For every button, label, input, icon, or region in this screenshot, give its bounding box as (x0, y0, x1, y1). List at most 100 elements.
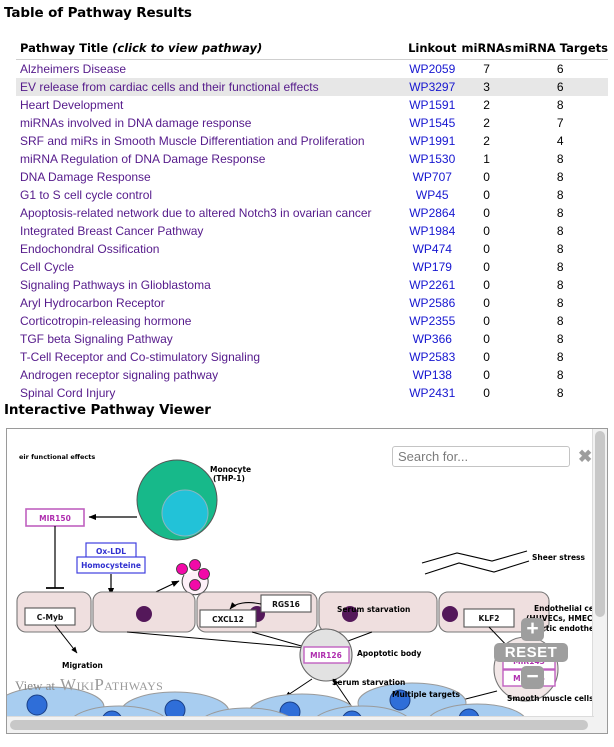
node-cxcl12-label: CXCL12 (212, 615, 244, 624)
table-row[interactable]: TGF beta Signaling PathwayWP36608 (16, 330, 608, 348)
pathway-linkout-link[interactable]: WP2059 (404, 60, 461, 79)
pathway-linkout-link[interactable]: WP45 (404, 186, 461, 204)
table-row[interactable]: miRNA Regulation of DNA Damage ResponseW… (16, 150, 608, 168)
pathway-linkout-link[interactable]: WP1984 (404, 222, 461, 240)
pathway-linkout-link[interactable]: WP2583 (404, 348, 461, 366)
node-mir150-label: MIR150 (39, 514, 71, 523)
pathway-linkout-link[interactable]: WP474 (404, 240, 461, 258)
pathway-title-link[interactable]: EV release from cardiac cells and their … (16, 78, 404, 96)
diagram-search-widget[interactable]: ✖ (392, 446, 592, 467)
pathway-title-link[interactable]: Corticotropin-releasing hormone (16, 312, 404, 330)
pathway-linkout-link[interactable]: WP1530 (404, 150, 461, 168)
pathway-mirnas-count: 0 (461, 348, 513, 366)
pathway-targets-count: 8 (512, 240, 608, 258)
sheer-stress-glyph (422, 551, 529, 574)
table-row[interactable]: G1 to S cell cycle controlWP4508 (16, 186, 608, 204)
pathway-mirnas-count: 0 (461, 312, 513, 330)
pathway-linkout-link[interactable]: WP179 (404, 258, 461, 276)
pathway-title-link[interactable]: DNA Damage Response (16, 168, 404, 186)
credit-prefix: View at (15, 678, 55, 693)
pathway-targets-count: 8 (512, 366, 608, 384)
pathway-targets-count: 7 (512, 114, 608, 132)
endothelial-caption-line1: Endothelial ce (534, 604, 594, 613)
pathway-linkout-link[interactable]: WP138 (404, 366, 461, 384)
pathway-diagram-canvas[interactable]: eir functional effects Monocyte (THP-1) … (7, 429, 594, 717)
table-row[interactable]: Spinal Cord InjuryWP243108 (16, 384, 608, 402)
pathway-title-link[interactable]: TGF beta Signaling Pathway (16, 330, 404, 348)
pathway-title-link[interactable]: Endochondral Ossification (16, 240, 404, 258)
pathway-linkout-link[interactable]: WP1545 (404, 114, 461, 132)
pathway-title-link[interactable]: T-Cell Receptor and Co-stimulatory Signa… (16, 348, 404, 366)
pathway-mirnas-count: 0 (461, 276, 513, 294)
pathway-title-link[interactable]: Aryl Hydrocarbon Receptor (16, 294, 404, 312)
table-row[interactable]: Endochondral OssificationWP47408 (16, 240, 608, 258)
pathway-targets-count: 8 (512, 150, 608, 168)
monocyte-nucleus-shape[interactable] (162, 490, 208, 536)
pathway-targets-count: 8 (512, 96, 608, 114)
pathway-title-link[interactable]: Cell Cycle (16, 258, 404, 276)
search-input[interactable] (392, 446, 570, 467)
table-row[interactable]: SRF and miRs in Smooth Muscle Differenti… (16, 132, 608, 150)
node-rgs16-label: RGS16 (272, 600, 300, 609)
pathway-linkout-link[interactable]: WP2431 (404, 384, 461, 402)
pathway-targets-count: 8 (512, 312, 608, 330)
zoom-out-button[interactable]: − (521, 666, 544, 689)
zoom-controls[interactable]: + RESET − (486, 618, 572, 692)
pathway-title-link[interactable]: G1 to S cell cycle control (16, 186, 404, 204)
pathway-title-link[interactable]: Heart Development (16, 96, 404, 114)
horizontal-scrollbar[interactable] (7, 716, 594, 733)
pathway-mirnas-count: 0 (461, 294, 513, 312)
table-row[interactable]: Signaling Pathways in GlioblastomaWP2261… (16, 276, 608, 294)
table-row[interactable]: Cell CycleWP17908 (16, 258, 608, 276)
table-row[interactable]: Integrated Breast Cancer PathwayWP198408 (16, 222, 608, 240)
pathway-linkout-link[interactable]: WP1591 (404, 96, 461, 114)
zoom-in-button[interactable]: + (521, 618, 544, 641)
close-icon[interactable]: ✖ (578, 448, 592, 465)
pathway-linkout-link[interactable]: WP2261 (404, 276, 461, 294)
pathway-linkout-link[interactable]: WP1991 (404, 132, 461, 150)
horizontal-scrollbar-thumb[interactable] (10, 720, 588, 730)
wikipathways-credit[interactable]: View atWikiPathways (15, 675, 163, 695)
table-row[interactable]: Corticotropin-releasing hormoneWP235508 (16, 312, 608, 330)
table-row[interactable]: Aryl Hydrocarbon ReceptorWP258608 (16, 294, 608, 312)
pathway-mirnas-count: 2 (461, 114, 513, 132)
table-header-row: Pathway Title (click to view pathway) Li… (16, 40, 608, 60)
table-row[interactable]: DNA Damage ResponseWP70708 (16, 168, 608, 186)
pathway-title-link[interactable]: Apoptosis-related network due to altered… (16, 204, 404, 222)
column-header-linkout: Linkout (404, 40, 461, 60)
pathway-linkout-link[interactable]: WP2864 (404, 204, 461, 222)
pathway-linkout-link[interactable]: WP2355 (404, 312, 461, 330)
pathway-mirnas-count: 2 (461, 96, 513, 114)
pathway-targets-count: 8 (512, 348, 608, 366)
pathway-results-table: Pathway Title (click to view pathway) Li… (16, 40, 608, 402)
pathway-title-link[interactable]: Androgen receptor signaling pathway (16, 366, 404, 384)
node-mir126-label: MIR126 (310, 651, 342, 660)
pathway-title-link[interactable]: Alzheimers Disease (16, 60, 404, 79)
table-row[interactable]: EV release from cardiac cells and their … (16, 78, 608, 96)
pathway-title-link[interactable]: Integrated Breast Cancer Pathway (16, 222, 404, 240)
pathway-linkout-link[interactable]: WP707 (404, 168, 461, 186)
pathway-targets-count: 8 (512, 276, 608, 294)
table-row[interactable]: T-Cell Receptor and Co-stimulatory Signa… (16, 348, 608, 366)
pathway-linkout-link[interactable]: WP366 (404, 330, 461, 348)
vertical-scrollbar-thumb[interactable] (595, 431, 605, 617)
pathway-linkout-link[interactable]: WP3297 (404, 78, 461, 96)
pathway-title-link[interactable]: Spinal Cord Injury (16, 384, 404, 402)
node-homocysteine-label: Homocysteine (81, 561, 141, 570)
pathway-title-link[interactable]: Signaling Pathways in Glioblastoma (16, 276, 404, 294)
table-row[interactable]: miRNAs involved in DNA damage responseWP… (16, 114, 608, 132)
microvesicle-cluster[interactable] (177, 560, 210, 595)
pathway-linkout-link[interactable]: WP2586 (404, 294, 461, 312)
table-row[interactable]: Heart DevelopmentWP159128 (16, 96, 608, 114)
pathway-title-link[interactable]: miRNA Regulation of DNA Damage Response (16, 150, 404, 168)
pathway-title-link[interactable]: SRF and miRs in Smooth Muscle Differenti… (16, 132, 404, 150)
zoom-reset-button[interactable]: RESET (494, 643, 568, 662)
vertical-scrollbar[interactable] (592, 429, 607, 717)
pathway-title-link[interactable]: miRNAs involved in DNA damage response (16, 114, 404, 132)
pathway-mirnas-count: 2 (461, 132, 513, 150)
pathway-viewer-panel[interactable]: eir functional effects Monocyte (THP-1) … (6, 428, 608, 734)
table-row[interactable]: Androgen receptor signaling pathwayWP138… (16, 366, 608, 384)
table-row[interactable]: Apoptosis-related network due to altered… (16, 204, 608, 222)
pathway-mirnas-count: 1 (461, 150, 513, 168)
table-row[interactable]: Alzheimers DiseaseWP205976 (16, 60, 608, 79)
